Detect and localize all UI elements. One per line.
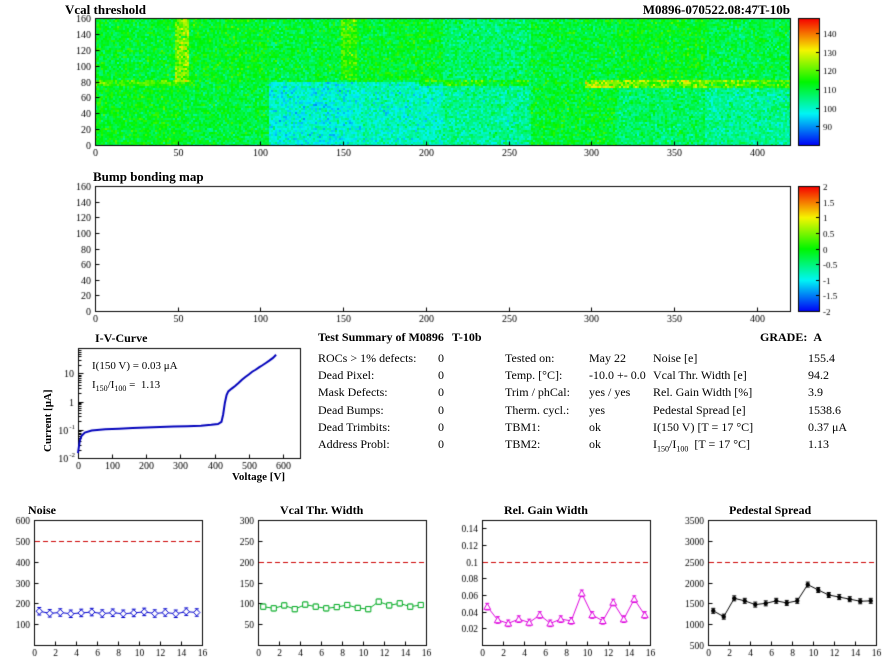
summary-row-result: Noise [e] 155.4 bbox=[653, 351, 847, 368]
summary-row-result: Vcal Thr. Width [e] 94.2 bbox=[653, 368, 847, 385]
summary-row-defect: Dead Trimbits: 0 bbox=[318, 420, 444, 437]
summary-row-defect: Dead Pixel: 0 bbox=[318, 368, 444, 385]
summary-row-value: 1538.6 bbox=[808, 402, 841, 417]
summary-row-defect: Dead Bumps: 0 bbox=[318, 403, 444, 420]
summary-title: Test Summary of M0896 bbox=[318, 330, 444, 344]
summary-row-label: Mask Defects: bbox=[318, 385, 388, 400]
summary-row-value: 3.9 bbox=[808, 385, 823, 400]
pedestal-panel-title: Pedestal Spread bbox=[729, 503, 812, 517]
summary-row-value: ok bbox=[589, 419, 601, 434]
summary-row-value: 155.4 bbox=[808, 351, 835, 365]
summary-row-value: 0 bbox=[438, 351, 444, 365]
summary-row-label: Vcal Thr. Width [e] bbox=[653, 368, 747, 383]
rel-gain-panel-title: Rel. Gain Width bbox=[504, 503, 588, 517]
summary-row-label: Rel. Gain Width [%] bbox=[653, 385, 753, 400]
summary-row-defect: Mask Defects: 0 bbox=[318, 385, 444, 402]
summary-row-label: Dead Bumps: bbox=[318, 402, 384, 417]
summary-row-label: Address Probl: bbox=[318, 436, 390, 451]
summary-row-label: I(150 V) [T = 17 °C] bbox=[653, 419, 754, 434]
summary-row-value: May 22 bbox=[589, 351, 626, 365]
grade-value: A bbox=[813, 330, 823, 344]
iv-annotation-ratio: I150/I100 = 1.13 bbox=[92, 379, 161, 394]
summary-row-condition: Therm. cycl.: yes bbox=[505, 403, 646, 420]
summary-results-column: Noise [e] 155.4 Vcal Thr. Width [e] 94.2 Rel… bbox=[653, 351, 847, 454]
summary-row-value: 0 bbox=[438, 402, 444, 417]
summary-row-label: Noise [e] bbox=[653, 351, 698, 365]
summary-row-label: Therm. cycl.: bbox=[505, 402, 570, 417]
summary-defects-column: ROCs > 1% defects: 0 Dead Pixel: 0 Mask Defe… bbox=[318, 351, 444, 454]
summary-row-condition: TBM2: ok bbox=[505, 437, 646, 454]
module-test-report-page: Vcal threshold M0896-070522.08:47T-10b B… bbox=[0, 0, 896, 672]
summary-row-result: I150/I100 [T = 17 °C] 1.13 bbox=[653, 437, 847, 454]
summary-row-label: Pedestal Spread [e] bbox=[653, 402, 746, 417]
summary-row-value: 0 bbox=[438, 436, 444, 451]
summary-row-value: 0 bbox=[438, 385, 444, 400]
iv-curve-title: I-V-Curve bbox=[95, 331, 148, 345]
summary-row-condition: TBM1: ok bbox=[505, 420, 646, 437]
summary-row-value: 0 bbox=[438, 419, 444, 434]
summary-row-defect: Address Probl: 0 bbox=[318, 437, 444, 454]
summary-row-condition: Trim / phCal: yes / yes bbox=[505, 385, 646, 402]
summary-row-value: 1.13 bbox=[808, 436, 829, 451]
summary-row-label: Dead Trimbits: bbox=[318, 419, 391, 434]
summary-row-label: Temp. [°C]: bbox=[505, 368, 563, 383]
summary-row-defect: ROCs > 1% defects: 0 bbox=[318, 351, 444, 368]
grade: GRADE: A bbox=[760, 330, 823, 345]
summary-row-label: Tested on: bbox=[505, 351, 555, 365]
vcal-width-panel-title: Vcal Thr. Width bbox=[280, 503, 364, 517]
summary-row-value: yes bbox=[589, 402, 605, 417]
vcal-threshold-title: Vcal threshold bbox=[65, 2, 147, 17]
summary-subtitle: T-10b bbox=[452, 330, 482, 344]
summary-row-condition: Temp. [°C]: -10.0 +- 0.0 bbox=[505, 368, 646, 385]
summary-row-label: Trim / phCal: bbox=[505, 385, 570, 400]
noise-panel-title: Noise bbox=[28, 503, 56, 517]
module-id-title: M0896-070522.08:47T-10b bbox=[642, 2, 790, 17]
summary-row-value: 0 bbox=[438, 368, 444, 383]
summary-row-result: Pedestal Spread [e] 1538.6 bbox=[653, 403, 847, 420]
iv-annotation-current: I(150 V) = 0.03 μA bbox=[92, 360, 178, 372]
summary-row-label: Dead Pixel: bbox=[318, 368, 375, 383]
summary-row-value: 0.37 μA bbox=[808, 419, 848, 434]
summary-row-result: I(150 V) [T = 17 °C] 0.37 μA bbox=[653, 420, 847, 437]
grade-label: GRADE: bbox=[760, 330, 808, 344]
iv-y-axis-label: Current [μA] bbox=[42, 389, 54, 452]
summary-row-label: TBM1: bbox=[505, 419, 541, 434]
summary-row-label: ROCs > 1% defects: bbox=[318, 351, 417, 365]
summary-row-value: ok bbox=[589, 436, 601, 451]
summary-row-value: 94.2 bbox=[808, 368, 829, 383]
summary-row-label: I150/I100 [T = 17 °C] bbox=[653, 436, 751, 454]
summary-row-label: TBM2: bbox=[505, 436, 541, 451]
summary-row-condition: Tested on: May 22 bbox=[505, 351, 646, 368]
summary-conditions-column: Tested on: May 22 Temp. [°C]: -10.0 +- 0.0 T… bbox=[505, 351, 646, 454]
iv-x-axis-label: Voltage [V] bbox=[232, 471, 286, 483]
summary-row-value: yes / yes bbox=[589, 385, 631, 400]
bump-bonding-title: Bump bonding map bbox=[93, 169, 204, 184]
summary-row-value: -10.0 +- 0.0 bbox=[589, 368, 646, 383]
summary-row-result: Rel. Gain Width [%] 3.9 bbox=[653, 385, 847, 402]
